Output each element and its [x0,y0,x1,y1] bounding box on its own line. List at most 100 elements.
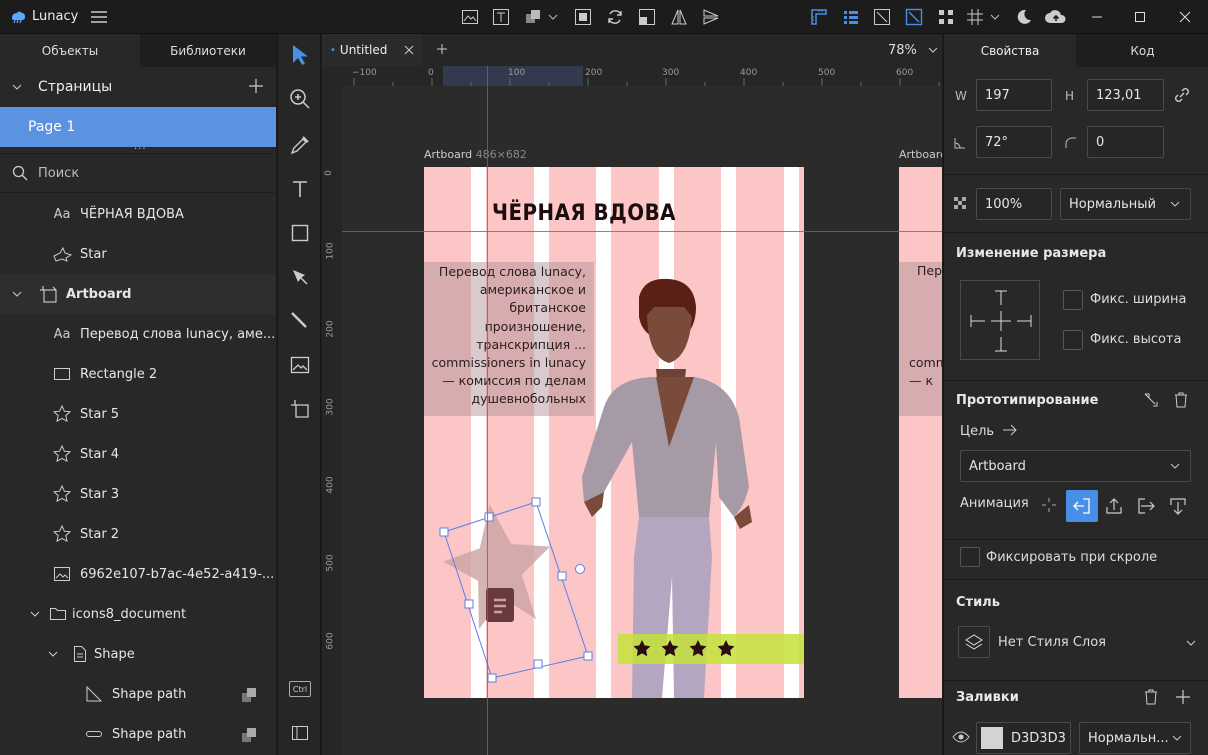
search-input[interactable]: Поиск [38,166,79,181]
artboard-title[interactable]: Artboard 486×682 [424,148,527,161]
layer-artboard[interactable]: Artboard [0,274,276,314]
selected-star-shape[interactable] [422,474,602,694]
fix-width-checkbox[interactable] [1063,290,1083,310]
layer-heading-text[interactable]: Aa ЧЁРНАЯ ВДОВА [0,194,276,234]
pencil-tool-icon[interactable] [285,306,315,336]
eye-visibility-icon[interactable] [952,731,970,743]
pages-header[interactable]: Страницы [0,67,276,107]
panel-toggle-icon[interactable] [285,718,315,748]
boolean-op-icon[interactable] [241,686,259,704]
zoom-dropdown-icon[interactable] [928,47,938,53]
add-fill-icon[interactable] [1175,689,1191,705]
radius-input[interactable]: 0 [1087,126,1164,158]
layer-star-4[interactable]: Star 4 [0,434,276,474]
delete-fill-icon[interactable] [1144,689,1158,705]
rulers-icon[interactable] [808,6,830,28]
maximize-icon[interactable] [1129,6,1151,28]
grid-icon[interactable] [964,6,986,28]
target-select[interactable]: Artboard [960,450,1191,482]
layout-grid-icon[interactable] [840,6,862,28]
body-text[interactable]: Перевод слова lunacy, американское и бри… [429,263,586,409]
tab-libraries[interactable]: Библиотеки [140,34,276,67]
text-tool-icon[interactable] [285,174,315,204]
snap-icon[interactable] [903,6,925,28]
grid-dropdown-icon[interactable] [988,6,1002,28]
fix-height-checkbox[interactable] [1063,330,1083,350]
artboard-tool-icon[interactable] [285,394,315,424]
fix-scroll-checkbox[interactable] [960,547,980,567]
eyedropper-tool-icon[interactable] [285,130,315,160]
horizontal-guide[interactable] [342,231,942,232]
ctrl-keyboard-icon[interactable]: Ctrl [285,674,315,704]
layer-shape-path-2[interactable]: Shape path [0,714,276,754]
lock-ratio-link-icon[interactable] [1173,86,1191,104]
close-window-icon[interactable] [1174,6,1196,28]
minimize-icon[interactable] [1086,6,1108,28]
tab-code[interactable]: Код [1076,34,1208,67]
layer-star-5[interactable]: Star 5 [0,394,276,434]
artboard-2[interactable]: Перев commiss — к [899,167,942,698]
dark-mode-moon-icon[interactable] [1013,6,1035,28]
fill-color-swatch[interactable] [981,727,1003,749]
layer-rectangle-2[interactable]: Rectangle 2 [0,354,276,394]
boolean-dropdown-icon[interactable] [546,6,560,28]
artboard-2-title[interactable]: Artboard [899,148,942,161]
chevron-down-icon[interactable] [1186,640,1196,646]
layer-shape[interactable]: Shape [0,634,276,674]
blend-mode-select[interactable]: Нормальный [1060,188,1191,220]
flip-vertical-icon[interactable] [700,6,722,28]
rotation-input[interactable]: 72° [976,126,1052,158]
height-input[interactable]: 123,01 [1087,79,1164,111]
layer-body-text[interactable]: Aa Перевод слова lunacy, аме... [0,314,276,354]
heading-text[interactable]: ЧЁРНАЯ ВДОВА [492,201,676,226]
tab-properties[interactable]: Свойства [944,34,1076,67]
animation-none-icon[interactable] [1041,497,1057,513]
fill-color-input[interactable]: D3D3D3 [976,722,1071,754]
layer-search[interactable]: Поиск [0,153,276,193]
layer-star[interactable]: Star [0,234,276,274]
boolean-op-icon[interactable] [241,726,259,744]
zoom-level[interactable]: 78% [888,43,917,58]
animation-slide-up-icon[interactable] [1105,497,1123,515]
select-tool-icon[interactable] [285,40,315,70]
vertical-guide[interactable] [487,66,488,755]
layer-icons8-document[interactable]: icons8_document [0,594,276,634]
layer-image[interactable]: 6962e107-b7ac-4e52-a419-... [0,554,276,594]
layer-style-value[interactable]: Нет Стиля Слоя [998,635,1106,650]
hotspot-link-icon[interactable] [1143,392,1159,408]
zoom-tool-icon[interactable] [285,84,315,114]
animation-slide-right-icon[interactable] [1137,497,1155,515]
scale-icon[interactable] [636,6,658,28]
text-frame-icon[interactable] [490,6,512,28]
layer-star-2[interactable]: Star 2 [0,514,276,554]
delete-prototype-icon[interactable] [1174,392,1188,408]
chevron-down-icon [48,651,58,657]
add-tab-icon[interactable] [436,43,448,55]
hamburger-menu-icon[interactable] [88,6,110,28]
page-item-page-1[interactable]: Page 1 [0,107,276,147]
boolean-icon[interactable] [522,6,544,28]
tab-objects[interactable]: Объекты [0,34,140,67]
document-tab[interactable]: • Untitled [322,34,422,66]
animation-slide-down-icon[interactable] [1169,497,1187,515]
add-page-icon[interactable] [248,78,264,94]
rotate-icon[interactable] [604,6,626,28]
rectangle-tool-icon[interactable] [285,218,315,248]
width-input[interactable]: 197 [976,79,1052,111]
image-frame-icon[interactable] [459,6,481,28]
animation-slide-left-icon[interactable] [1066,490,1098,522]
layer-shape-path-1[interactable]: Shape path [0,674,276,714]
flip-horizontal-icon[interactable] [668,6,690,28]
close-tab-icon[interactable] [404,45,414,55]
layer-star-3[interactable]: Star 3 [0,474,276,514]
canvas-area[interactable]: • Untitled 78% −100 0 100 200 300 400 50… [322,34,942,755]
opacity-input[interactable]: 100% [976,188,1052,220]
resize-constraints-widget[interactable] [960,280,1040,360]
crop-icon[interactable] [572,6,594,28]
cloud-upload-icon[interactable] [1043,6,1069,28]
fill-blend-select[interactable]: Нормальн... [1079,722,1191,754]
image-tool-icon[interactable] [285,350,315,380]
pen-tool-icon[interactable] [285,262,315,292]
pixel-grid-icon[interactable] [871,6,893,28]
pixel-preview-icon[interactable] [935,6,957,28]
